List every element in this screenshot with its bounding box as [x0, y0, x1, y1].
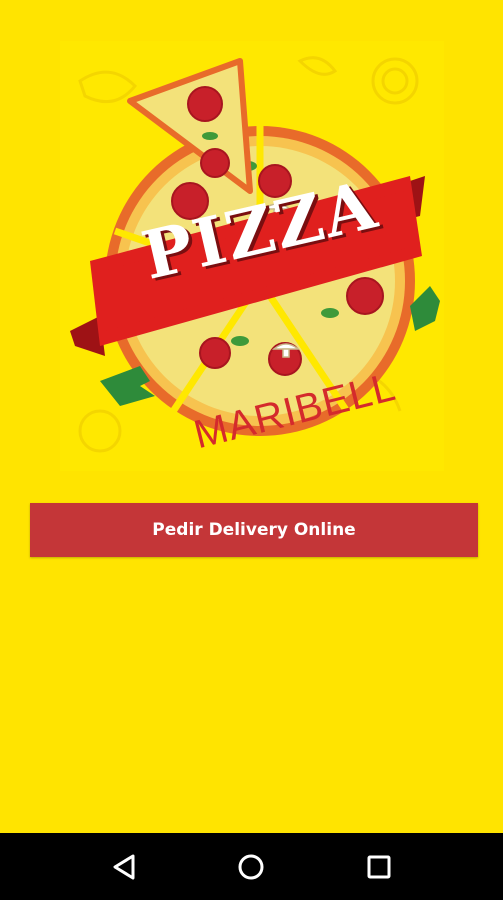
order-delivery-button[interactable]: Pedir Delivery Online	[30, 503, 478, 557]
nav-home-button[interactable]	[229, 845, 273, 889]
back-triangle-icon	[113, 854, 135, 879]
pizza-maribell-logo: PIZZA MARIBELL	[60, 41, 444, 471]
nav-recents-button[interactable]	[357, 845, 401, 889]
recents-square-icon	[367, 855, 391, 878]
home-circle-icon	[238, 854, 264, 879]
nav-back-button[interactable]	[102, 845, 146, 889]
app-screen: PIZZA MARIBELL Pedir Delivery Online	[0, 0, 503, 833]
system-navigation-bar	[0, 833, 503, 900]
